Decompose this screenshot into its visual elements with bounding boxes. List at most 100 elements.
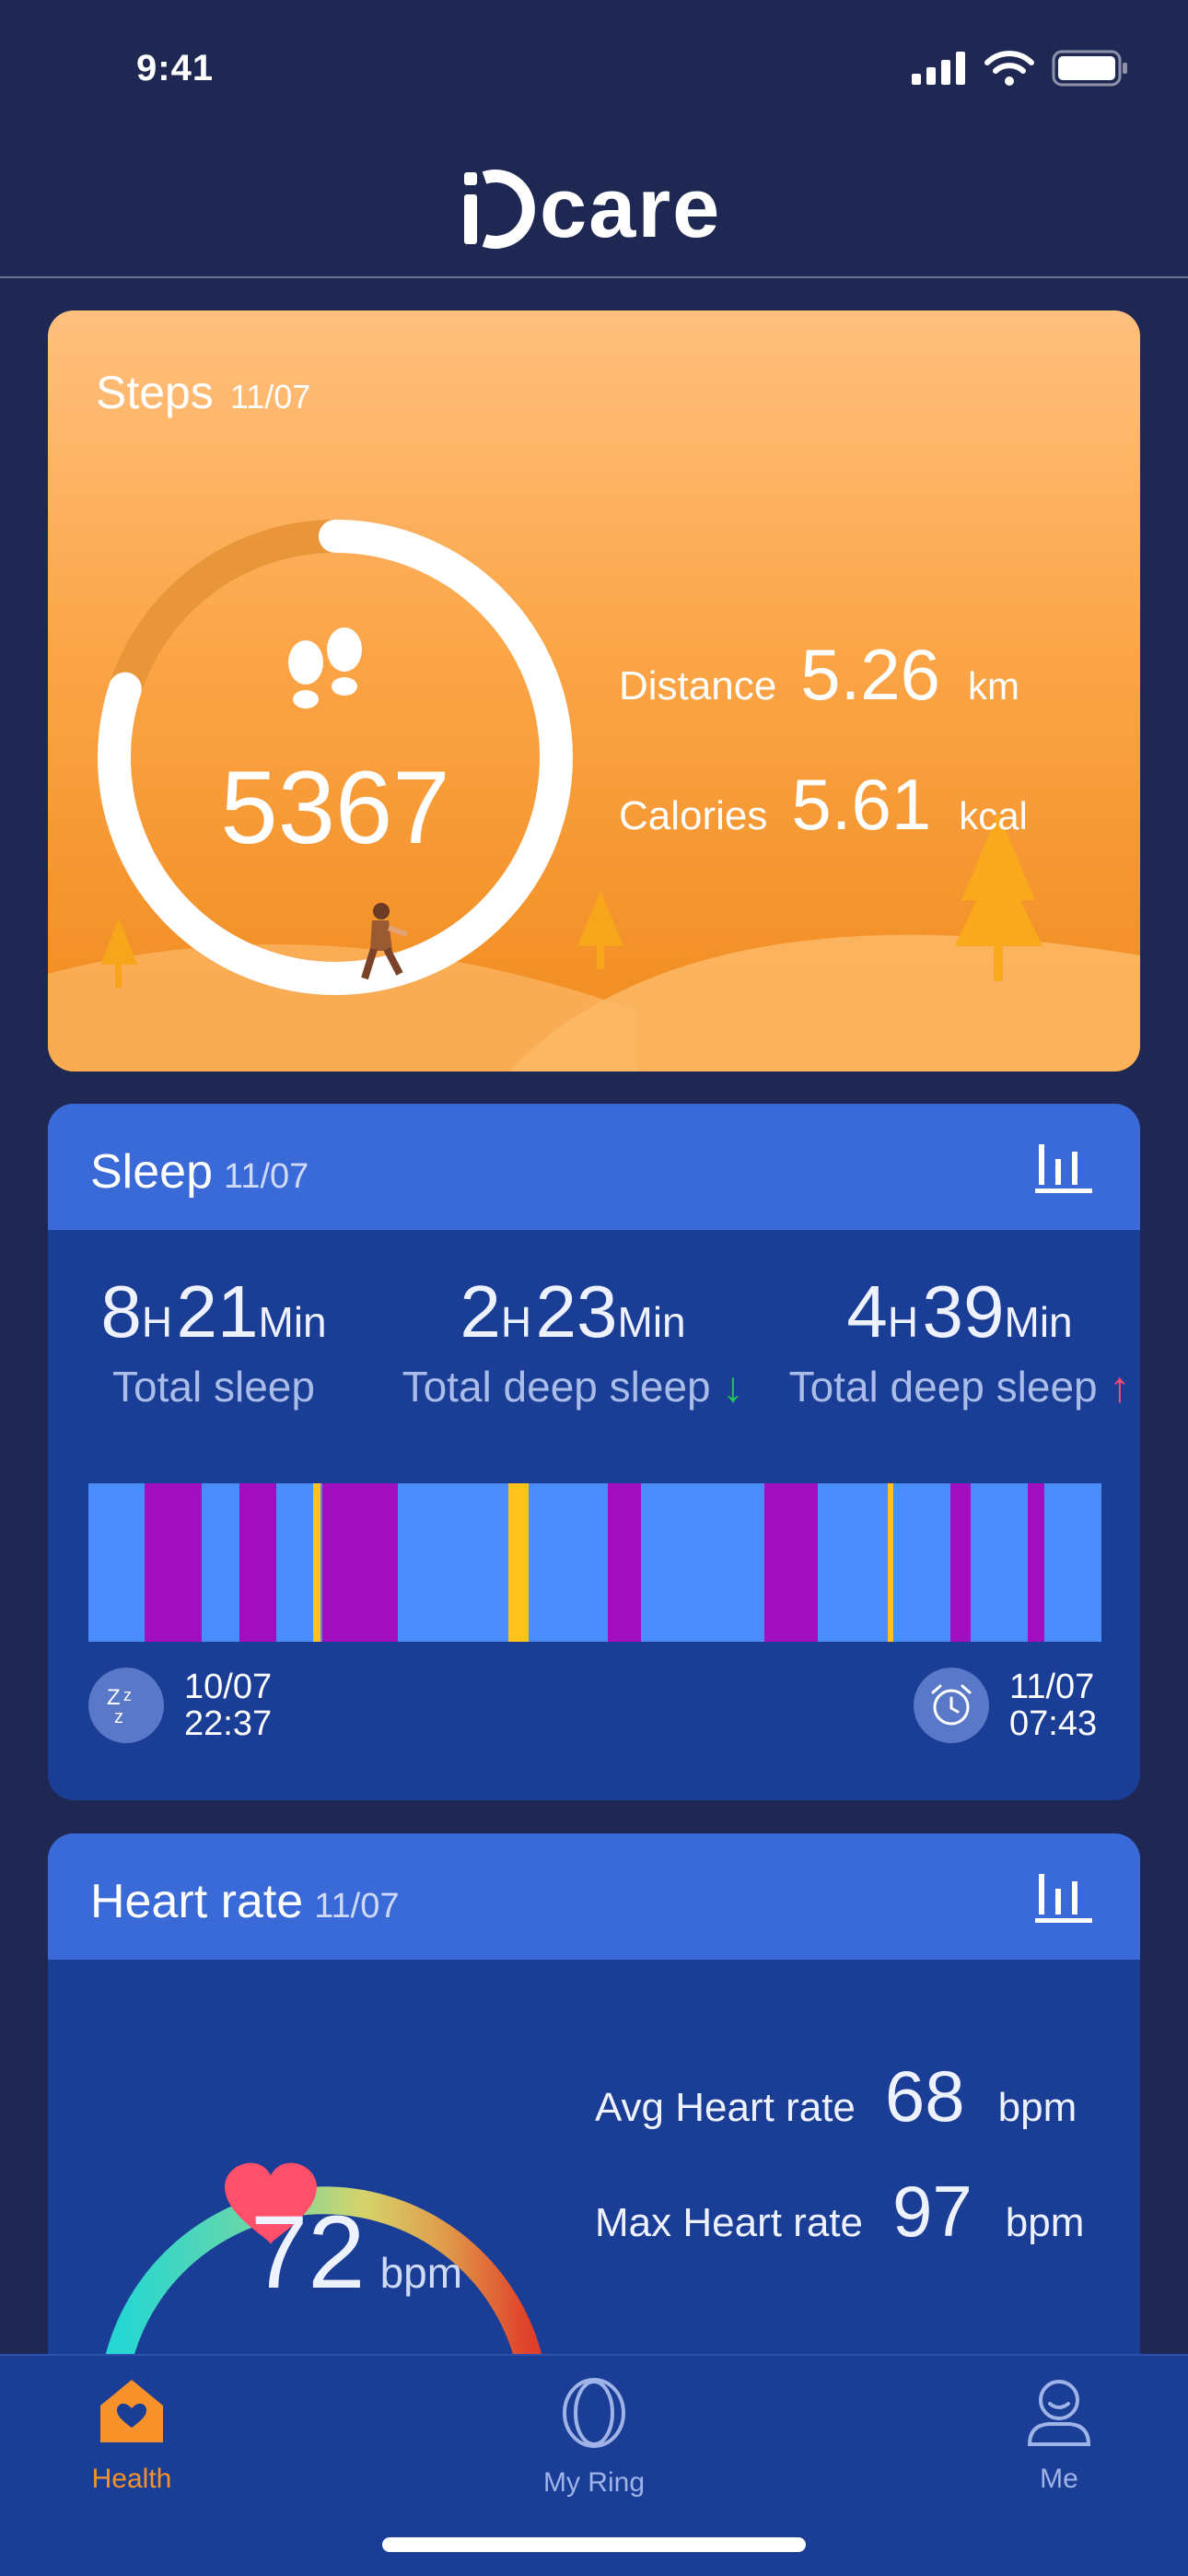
total-sleep-m-unit: Min: [258, 1298, 327, 1346]
svg-text:Z: Z: [107, 1685, 121, 1710]
light-sleep-hours: 4: [846, 1270, 888, 1352]
deep-sleep-m-unit: Min: [617, 1298, 686, 1346]
avg-heart-rate-label: Avg Heart rate: [595, 2085, 856, 2130]
battery-icon: [1052, 50, 1127, 87]
total-sleep-hours: 8: [100, 1270, 142, 1352]
sleep-bar-chart-icon[interactable]: [1035, 1142, 1094, 1194]
logo-text: care: [540, 161, 722, 255]
avg-heart-rate-row: Avg Heart rate 68 bpm: [595, 2055, 1140, 2138]
total-sleep-minutes: 21: [176, 1270, 259, 1352]
sleep-end: 11/07 07:43: [914, 1668, 1097, 1743]
sleep-start-date: 10/07: [184, 1668, 273, 1706]
sleep-segment-deep: [608, 1483, 641, 1642]
distance-value: 5.26: [800, 634, 940, 715]
max-heart-rate-row: Max Heart rate 97 bpm: [595, 2170, 1140, 2254]
sleep-start-time: 22:37: [184, 1704, 273, 1743]
light-sleep-label: Total deep sleep: [788, 1363, 1098, 1411]
calories-value: 5.61: [791, 764, 932, 845]
svg-text:z: z: [123, 1686, 132, 1704]
tree-mid: [577, 891, 623, 969]
heart-rate-value: 72 bpm: [250, 2193, 462, 2312]
logo-mark-icon: [464, 170, 535, 249]
steps-title-text: Steps: [96, 367, 214, 418]
footprints-icon: [288, 627, 362, 708]
total-sleep-label: Total sleep: [112, 1363, 315, 1411]
max-heart-rate-label: Max Heart rate: [595, 2200, 863, 2245]
heart-title-text: Heart rate: [90, 1875, 304, 1928]
sleep-start-text: 10/07 22:37: [184, 1669, 272, 1742]
heart-rate-stats: Avg Heart rate 68 bpm Max Heart rate 97 …: [595, 2055, 1140, 2285]
sleep-card-header: Sleep 11/07: [48, 1104, 1140, 1230]
heart-rate-unit: bpm: [379, 2249, 463, 2297]
sleep-end-time: 07:43: [1009, 1704, 1098, 1743]
avg-heart-rate-value: 68: [884, 2055, 965, 2137]
nav-me[interactable]: Me: [958, 2376, 1160, 2495]
light-sleep-minutes: 39: [922, 1270, 1005, 1352]
sleep-segment-deep: [764, 1483, 818, 1642]
sleep-end-date: 11/07: [1009, 1668, 1095, 1706]
steps-title: Steps 11/07: [96, 366, 310, 419]
wifi-icon: [984, 51, 1034, 86]
svg-text:z: z: [114, 1707, 123, 1727]
deep-sleep-h-unit: H: [500, 1298, 532, 1346]
sleep-segment-deep: [1028, 1483, 1044, 1642]
nav-health[interactable]: Health: [30, 2376, 233, 2495]
alarm-clock-icon: [914, 1668, 989, 1743]
app-header: care: [0, 138, 1188, 278]
steps-card[interactable]: Steps 11/07 5367 Distance 5.26 km Calori…: [48, 310, 1140, 1071]
sleep-stage-bar[interactable]: [88, 1483, 1101, 1642]
deep-sleep-stat: 2H 23Min Total deep sleep ↓: [379, 1270, 766, 1411]
sleep-title-text: Sleep: [90, 1145, 213, 1199]
light-sleep-stat: 4H 39Min Total deep sleep ↑: [775, 1270, 1140, 1411]
sleep-segment-awake: [313, 1483, 320, 1642]
zzz-icon: Z z z: [88, 1668, 164, 1743]
distance-label: Distance: [619, 663, 777, 708]
home-heart-icon: [100, 2380, 163, 2442]
sleep-segment-deep: [239, 1483, 276, 1642]
arrow-down-icon: ↓: [722, 1363, 744, 1411]
calories-row: Calories 5.61 kcal: [619, 763, 1135, 847]
home-indicator[interactable]: [382, 2537, 806, 2552]
nav-health-label: Health: [91, 2464, 172, 2494]
heart-date: 11/07: [314, 1887, 400, 1926]
profile-icon: [1027, 2380, 1091, 2446]
sleep-start: Z z z 10/07 22:37: [88, 1668, 272, 1743]
status-time: 9:41: [136, 48, 215, 88]
distance-row: Distance 5.26 km: [619, 633, 1135, 717]
sleep-segment-deep: [145, 1483, 202, 1642]
max-heart-rate-value: 97: [891, 2171, 973, 2252]
avg-heart-rate-unit: bpm: [997, 2085, 1077, 2130]
status-bar: 9:41: [0, 0, 1188, 138]
sleep-segment-awake: [508, 1483, 529, 1642]
step-stats: Distance 5.26 km Calories 5.61 kcal: [619, 633, 1135, 893]
total-sleep-stat: 8H 21Min Total sleep: [66, 1270, 361, 1411]
heart-title: Heart rate 11/07: [90, 1874, 400, 1929]
total-sleep-h-unit: H: [141, 1298, 173, 1346]
nav-my-ring-label: My Ring: [542, 2467, 646, 2498]
distance-unit: km: [968, 664, 1019, 708]
nav-my-ring[interactable]: My Ring: [493, 2376, 695, 2499]
light-sleep-m-unit: Min: [1004, 1298, 1073, 1346]
light-sleep-h-unit: H: [887, 1298, 919, 1346]
heart-rate-number: 72: [250, 2195, 366, 2310]
sleep-segment-awake: [888, 1483, 893, 1642]
deep-sleep-hours: 2: [460, 1270, 501, 1352]
light-sleep-label-row: Total deep sleep ↑: [775, 1362, 1140, 1411]
arrow-up-icon: ↑: [1109, 1363, 1131, 1411]
status-icons: [912, 50, 1129, 87]
nav-me-label: Me: [1040, 2464, 1078, 2494]
deep-sleep-minutes: 23: [535, 1270, 618, 1352]
app-logo: care: [460, 166, 721, 251]
deep-sleep-label-row: Total deep sleep ↓: [379, 1362, 766, 1411]
sleep-card[interactable]: Sleep 11/07 8H 21Min Total sleep 2H 23Mi…: [48, 1104, 1140, 1800]
ring-icon: [563, 2378, 625, 2448]
calories-unit: kcal: [959, 794, 1028, 837]
step-count: 5367: [220, 750, 450, 865]
heart-bar-chart-icon[interactable]: [1035, 1872, 1094, 1924]
steps-date: 11/07: [229, 378, 311, 416]
max-heart-rate-unit: bpm: [1005, 2200, 1085, 2245]
signal-icon: [912, 52, 965, 85]
steps-progress-ring: 5367: [96, 518, 575, 997]
sleep-segment-deep: [950, 1483, 971, 1642]
sleep-segment-deep: [322, 1483, 398, 1642]
